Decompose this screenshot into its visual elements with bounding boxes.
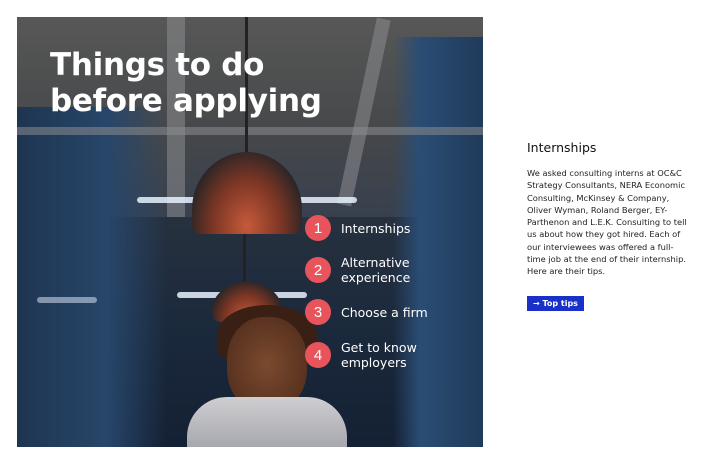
step-item-get-to-know-employers[interactable]: 4 Get to know employers [305,340,431,370]
person-body [187,397,347,447]
step-item-choose-a-firm[interactable]: 3 Choose a firm [305,299,431,325]
ceiling-beam [17,127,483,135]
ceiling-light [37,297,97,303]
step-item-alternative-experience[interactable]: 2 Alternative experience [305,255,431,285]
step-label: Alternative experience [341,255,411,285]
step-number-badge: 4 [305,342,331,368]
step-label: Choose a firm [341,304,428,320]
hero-image: Things to do before applying 1 Internshi… [17,17,483,447]
side-panel-title: Internships [527,140,597,155]
hero-title: Things to do before applying [50,47,322,119]
step-number-badge: 2 [305,257,331,283]
glass-wall-right [393,37,483,447]
lamp-cord [243,234,246,289]
side-panel: Internships We asked consulting interns … [527,140,687,311]
step-item-internships[interactable]: 1 Internships [305,215,431,241]
step-number-badge: 3 [305,299,331,325]
step-label: Internships [341,220,411,236]
step-label: Get to know employers [341,340,417,370]
glass-wall-left [17,107,167,447]
side-panel-body: We asked consulting interns at OC&C Stra… [527,168,687,277]
top-tips-button[interactable]: → Top tips [527,295,584,311]
step-number-badge: 1 [305,215,331,241]
